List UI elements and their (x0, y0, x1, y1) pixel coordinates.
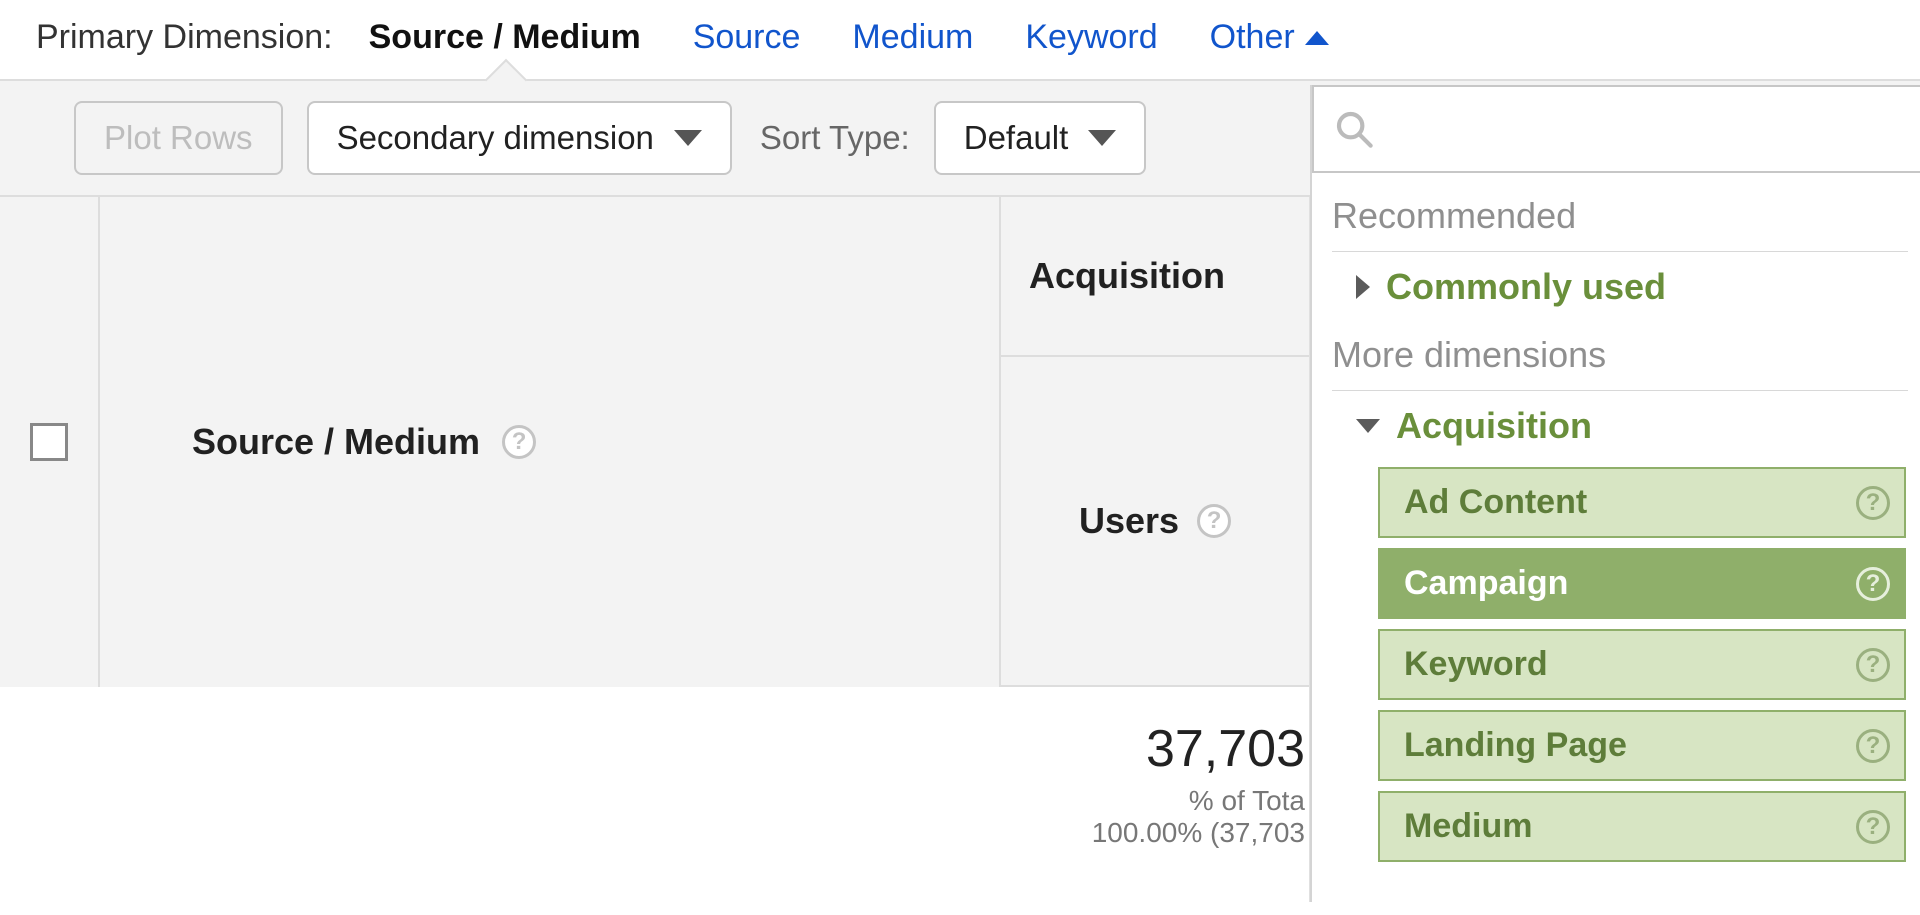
dimension-label: Ad Content (1404, 483, 1587, 522)
commonly-used-group[interactable]: Commonly used (1332, 252, 1908, 322)
select-all-checkbox[interactable] (30, 423, 68, 461)
primary-dimension-label: Primary Dimension: (36, 18, 333, 57)
metric-column-header[interactable]: Users ? (1001, 357, 1309, 687)
chevron-up-icon (1305, 31, 1329, 45)
dimension-search-field[interactable] (1374, 111, 1920, 147)
plot-rows-button[interactable]: Plot Rows (74, 101, 283, 175)
checkbox-column (0, 197, 100, 687)
secondary-dimension-label: Secondary dimension (337, 119, 654, 157)
acquisition-group-label: Acquisition (1396, 405, 1592, 447)
dimension-search-input[interactable] (1312, 85, 1920, 173)
help-icon[interactable]: ? (1856, 729, 1890, 763)
commonly-used-label: Commonly used (1386, 266, 1666, 308)
sort-type-value: Default (964, 119, 1069, 157)
primary-column-header: Source / Medium ? (100, 197, 1001, 687)
tab-keyword[interactable]: Keyword (1025, 18, 1157, 57)
acquisition-group[interactable]: Acquisition (1332, 391, 1908, 461)
content-area: Source / Medium ? Acquisition Users ? 37… (0, 197, 1920, 902)
metric-subtext-1: % of Tota (1001, 785, 1305, 817)
dimension-label: Landing Page (1404, 726, 1627, 765)
metric-group-header: Acquisition (1001, 197, 1309, 357)
metric-subtext-2: 100.00% (37,703 (1001, 817, 1305, 849)
dimension-label: Campaign (1404, 564, 1568, 603)
chevron-down-icon (1356, 419, 1380, 433)
metric-total-value: 37,703 (1001, 719, 1305, 779)
search-icon (1334, 109, 1374, 149)
help-icon[interactable]: ? (1197, 504, 1231, 538)
tab-other-label: Other (1210, 18, 1295, 57)
more-dimensions-heading: More dimensions (1332, 322, 1908, 391)
dimension-campaign[interactable]: Campaign ? (1378, 548, 1906, 619)
primary-dimension-strip: Primary Dimension: Source / Medium Sourc… (0, 0, 1920, 81)
data-table: Source / Medium ? Acquisition Users ? 37… (0, 197, 1310, 902)
help-icon[interactable]: ? (1856, 648, 1890, 682)
tab-source[interactable]: Source (693, 18, 801, 57)
sort-type-dropdown[interactable]: Default (934, 101, 1147, 175)
primary-column-label: Source / Medium (192, 421, 480, 463)
tab-source-medium[interactable]: Source / Medium (369, 18, 641, 57)
metric-column: Acquisition Users ? 37,703 % of Tota 100… (1001, 197, 1309, 902)
chevron-down-icon (674, 130, 702, 146)
dimension-picker-body: Recommended Commonly used More dimension… (1312, 183, 1920, 862)
dimension-medium[interactable]: Medium ? (1378, 791, 1906, 862)
metric-summary-cell: 37,703 % of Tota 100.00% (37,703 (1001, 687, 1309, 902)
acquisition-dimension-list: Ad Content ? Campaign ? Keyword ? Landin… (1332, 461, 1908, 862)
dimension-label: Keyword (1404, 645, 1548, 684)
help-icon[interactable]: ? (502, 425, 536, 459)
chevron-right-icon (1356, 275, 1370, 299)
help-icon[interactable]: ? (1856, 486, 1890, 520)
tab-other[interactable]: Other (1210, 18, 1329, 57)
chevron-down-icon (1088, 130, 1116, 146)
help-icon[interactable]: ? (1856, 810, 1890, 844)
dimension-keyword[interactable]: Keyword ? (1378, 629, 1906, 700)
dimension-ad-content[interactable]: Ad Content ? (1378, 467, 1906, 538)
dimension-landing-page[interactable]: Landing Page ? (1378, 710, 1906, 781)
tab-medium[interactable]: Medium (852, 18, 973, 57)
metric-column-label: Users (1079, 500, 1179, 542)
secondary-dimension-dropdown[interactable]: Secondary dimension (307, 101, 732, 175)
recommended-heading: Recommended (1332, 183, 1908, 252)
dimension-label: Medium (1404, 807, 1532, 846)
help-icon[interactable]: ? (1856, 567, 1890, 601)
dimension-picker-panel: Recommended Commonly used More dimension… (1310, 85, 1920, 902)
sort-type-label: Sort Type: (760, 119, 910, 157)
